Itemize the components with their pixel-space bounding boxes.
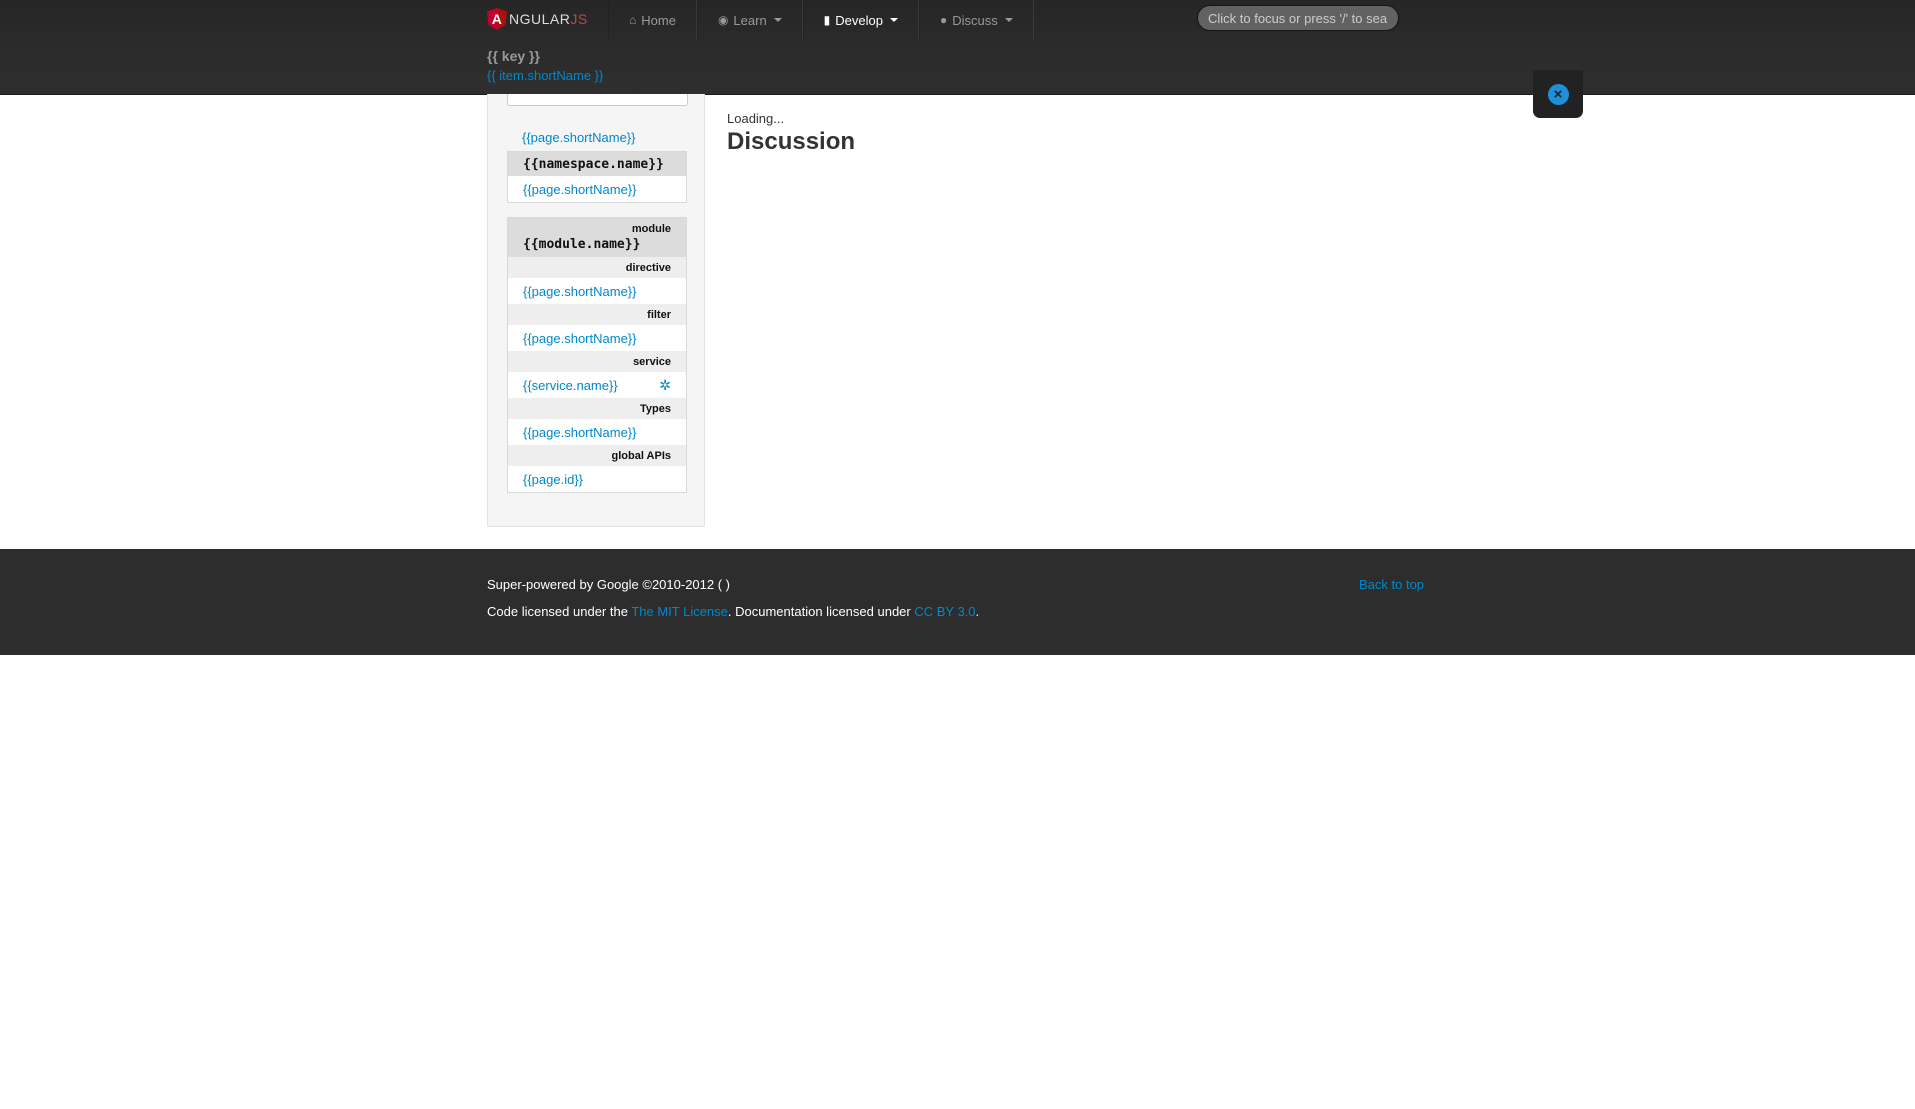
chevron-down-icon [1004, 18, 1013, 22]
license-middle: . Documentation licensed under [727, 604, 915, 619]
close-icon: × [1547, 83, 1569, 105]
brand-logo[interactable]: A NGULAR JS [487, 4, 588, 34]
directive-link[interactable]: {{page.shortName}} [508, 278, 686, 304]
chevron-down-icon [773, 18, 782, 22]
sidebar-filter-input[interactable] [507, 94, 688, 106]
section-global-apis: global APIs [508, 445, 686, 466]
footer-credit: Super-powered by Google ©2010-2012 ( ) [487, 577, 731, 592]
nav-home[interactable]: ⌂ Home [608, 0, 697, 40]
home-icon: ⌂ [629, 13, 637, 27]
brand-suffix: JS [570, 11, 588, 27]
breadcrumb-item-link[interactable]: {{ item.shortName }} [487, 68, 603, 83]
api-sidebar: {{page.shortName}} {{namespace.name}} {{… [487, 94, 705, 527]
module-name: {{module.name}} [523, 237, 641, 252]
breadcrumb-key: {{ key }} [487, 48, 540, 64]
section-directive: directive [508, 257, 686, 278]
service-link-label: {{service.name}} [523, 377, 618, 393]
svg-text:A: A [492, 11, 503, 27]
types-link[interactable]: {{page.shortName}} [508, 419, 686, 445]
filter-link[interactable]: {{page.shortName}} [508, 325, 686, 351]
global-apis-link[interactable]: {{page.id}} [508, 466, 686, 492]
nav-home-label: Home [641, 12, 676, 28]
navbar-inner: A NGULAR JS ⌂ Home ◉ Learn ▮ Develop ● Di… [487, 0, 1427, 40]
module-header: module {{module.name}} [508, 218, 686, 257]
namespace-group: {{namespace.name}} {{page.shortName}} [507, 151, 687, 203]
nav-learn[interactable]: ◉ Learn [696, 0, 803, 40]
global-apis-link-label: {{page.id}} [523, 471, 584, 487]
service-link[interactable]: {{service.name}} ✲ [508, 372, 686, 398]
page-footer: Super-powered by Google ©2010-2012 ( ) C… [0, 549, 1915, 655]
sidebar-top-link[interactable]: {{page.shortName}} [522, 130, 635, 145]
namespace-header: {{namespace.name}} [508, 152, 686, 176]
page-title: Discussion [727, 128, 856, 155]
book-icon: ▮ [823, 13, 831, 27]
angular-shield-icon: A [487, 8, 507, 30]
nav-discuss[interactable]: ● Discuss [918, 0, 1034, 40]
section-filter: filter [508, 304, 686, 325]
gear-icon: ✲ [659, 376, 671, 393]
nav-learn-label: Learn [733, 12, 767, 28]
top-navbar: A NGULAR JS ⌂ Home ◉ Learn ▮ Develop ● Di… [0, 0, 1915, 95]
nav-develop-label: Develop [835, 12, 883, 28]
mit-license-link[interactable]: The MIT License [631, 604, 728, 619]
comment-icon: ● [939, 13, 948, 27]
eye-icon: ◉ [717, 13, 729, 27]
types-link-label: {{page.shortName}} [523, 424, 637, 440]
module-type-label: module [631, 223, 671, 235]
main-nav: ⌂ Home ◉ Learn ▮ Develop ● Discuss [608, 0, 1034, 40]
cc-by-link[interactable]: CC BY 3.0 [914, 604, 975, 619]
directive-link-label: {{page.shortName}} [523, 283, 637, 299]
chevron-down-icon [889, 18, 898, 22]
section-service: service [508, 351, 686, 372]
footer-license: Code licensed under the The MIT License.… [487, 604, 979, 619]
nav-discuss-label: Discuss [952, 12, 998, 28]
license-prefix: Code licensed under the [487, 604, 632, 619]
namespace-page-link[interactable]: {{page.shortName}} [508, 176, 686, 202]
brand-name: NGULAR [509, 11, 571, 27]
nav-develop[interactable]: ▮ Develop [802, 0, 919, 40]
close-button[interactable]: × [1533, 70, 1583, 118]
section-types: Types [508, 398, 686, 419]
search-input[interactable] [1197, 5, 1399, 31]
module-group: module {{module.name}} directive {{page.… [507, 217, 687, 493]
license-suffix: . [975, 604, 980, 619]
back-to-top-link[interactable]: Back to top [1359, 577, 1424, 592]
filter-link-label: {{page.shortName}} [523, 330, 637, 346]
loading-indicator: Loading... [727, 111, 785, 126]
